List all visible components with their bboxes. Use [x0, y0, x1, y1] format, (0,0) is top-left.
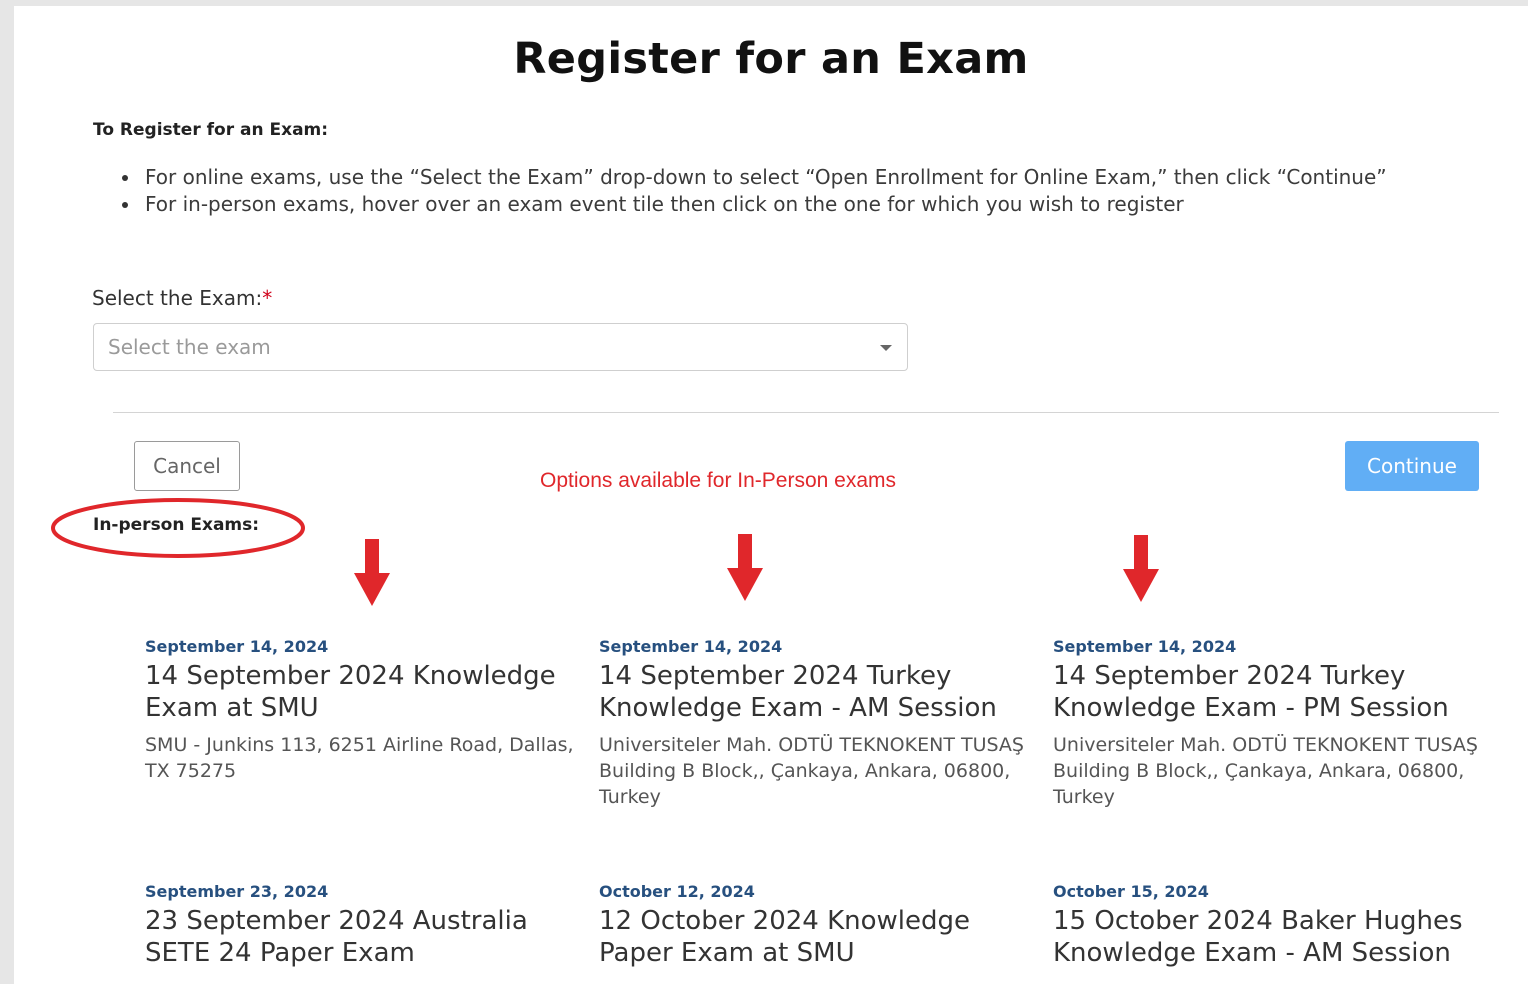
cancel-button[interactable]: Cancel [134, 441, 240, 491]
event-title: 23 September 2024 Australia SETE 24 Pape… [145, 906, 528, 968]
event-date: October 15, 2024 [1053, 882, 1209, 901]
exam-event-tile[interactable]: September 14, 2024 14 September 2024 Kno… [145, 636, 575, 784]
event-date: October 12, 2024 [599, 882, 755, 901]
annotation-overlay [51, 498, 1159, 606]
page: Register for an Exam To Register for an … [14, 6, 1528, 984]
event-date: September 14, 2024 [599, 637, 783, 656]
exam-event-tile[interactable]: October 15, 2024 15 October 2024 Baker H… [1053, 881, 1483, 977]
instructions-heading: To Register for an Exam: [93, 120, 329, 140]
page-title: Register for an Exam [513, 34, 1029, 84]
event-title: 15 October 2024 Baker Hughes Knowledge E… [1053, 906, 1463, 968]
exam-event-tile[interactable]: October 12, 2024 12 October 2024 Knowled… [599, 881, 1029, 977]
exam-event-tile[interactable]: September 14, 2024 14 September 2024 Tur… [599, 636, 1029, 810]
divider [113, 412, 1499, 413]
in-person-exams-heading: In-person Exams: [93, 515, 260, 535]
event-date: September 23, 2024 [145, 882, 329, 901]
required-marker: * [262, 286, 273, 310]
caret-down-icon [880, 345, 892, 351]
arrow-down-icon [727, 534, 763, 601]
event-date: September 14, 2024 [145, 637, 329, 656]
instruction-item: For in-person exams, hover over an exam … [120, 191, 1387, 218]
select-exam-label-text: Select the Exam: [92, 286, 263, 310]
exam-event-tile[interactable]: September 14, 2024 14 September 2024 Tur… [1053, 636, 1483, 810]
event-title: 14 September 2024 Turkey Knowledge Exam … [1053, 661, 1449, 723]
continue-button[interactable]: Continue [1345, 441, 1479, 491]
select-exam-label: Select the Exam:* [92, 286, 272, 310]
event-title: 12 October 2024 Knowledge Paper Exam at … [599, 906, 971, 968]
select-exam-placeholder: Select the exam [108, 335, 271, 359]
arrow-down-icon [1123, 535, 1159, 602]
event-address: Universiteler Mah. ODTÜ TEKNOKENT TUSAŞ … [599, 734, 1024, 808]
exam-event-tile[interactable]: September 23, 2024 23 September 2024 Aus… [145, 881, 575, 977]
instruction-item: For online exams, use the “Select the Ex… [120, 164, 1387, 191]
instructions-list: For online exams, use the “Select the Ex… [120, 164, 1387, 218]
event-address: SMU - Junkins 113, 6251 Airline Road, Da… [145, 734, 574, 782]
select-exam-dropdown[interactable]: Select the exam [93, 323, 908, 371]
event-title: 14 September 2024 Turkey Knowledge Exam … [599, 661, 997, 723]
event-title: 14 September 2024 Knowledge Exam at SMU [145, 661, 556, 723]
arrow-down-icon [354, 539, 390, 606]
annotation-text: Options available for In-Person exams [540, 469, 897, 492]
event-address: Universiteler Mah. ODTÜ TEKNOKENT TUSAŞ … [1053, 734, 1478, 808]
event-date: September 14, 2024 [1053, 637, 1237, 656]
